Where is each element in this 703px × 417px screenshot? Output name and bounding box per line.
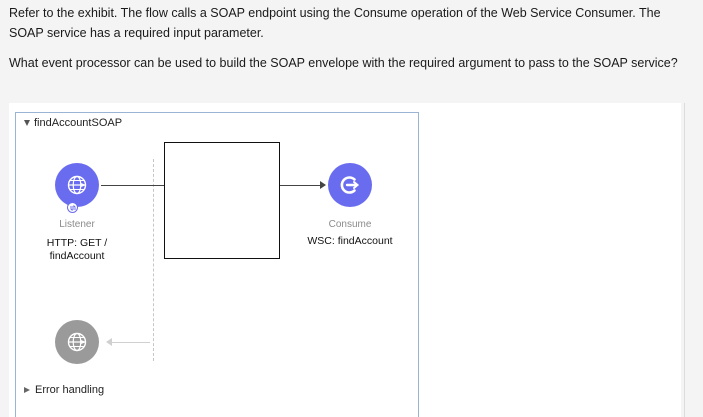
question-paragraph-2: What event processor can be used to buil… — [9, 56, 678, 70]
error-source-globe-icon[interactable] — [55, 320, 99, 364]
arrow-right-icon — [320, 181, 326, 189]
listener-globe-icon[interactable] — [55, 163, 99, 207]
exhibit-right-border — [684, 103, 685, 417]
consume-c-icon — [340, 176, 360, 194]
listener-type-label: Listener — [59, 219, 95, 230]
sync-arrows-icon — [67, 202, 78, 213]
flow-name-label: findAccountSOAP — [34, 117, 123, 129]
response-connector — [110, 342, 150, 343]
consume-type-label: Consume — [328, 219, 372, 230]
flow-connector — [280, 185, 324, 186]
error-handling-section[interactable]: Error handling — [24, 384, 104, 396]
flow-connector — [101, 185, 164, 186]
exhibit-image: findAccountSOAP Listener HTTP: GET / fin… — [9, 103, 681, 417]
collapse-triangle-icon[interactable] — [24, 120, 30, 126]
error-handling-label: Error handling — [35, 384, 105, 396]
listener-config-label: HTTP: GET / findAccount — [46, 237, 108, 262]
flow-header[interactable]: findAccountSOAP — [24, 117, 122, 129]
source-divider — [153, 159, 154, 361]
globe-icon — [67, 175, 87, 195]
flow-container: findAccountSOAP Listener HTTP: GET / fin… — [15, 112, 419, 417]
missing-processor-box — [164, 142, 280, 259]
consume-icon[interactable] — [328, 163, 372, 207]
expand-triangle-icon[interactable] — [24, 387, 30, 393]
globe-icon — [67, 332, 87, 352]
question-paragraph-1: Refer to the exhibit. The flow calls a S… — [9, 6, 661, 40]
consume-config-label: WSC: findAccount — [307, 235, 393, 247]
